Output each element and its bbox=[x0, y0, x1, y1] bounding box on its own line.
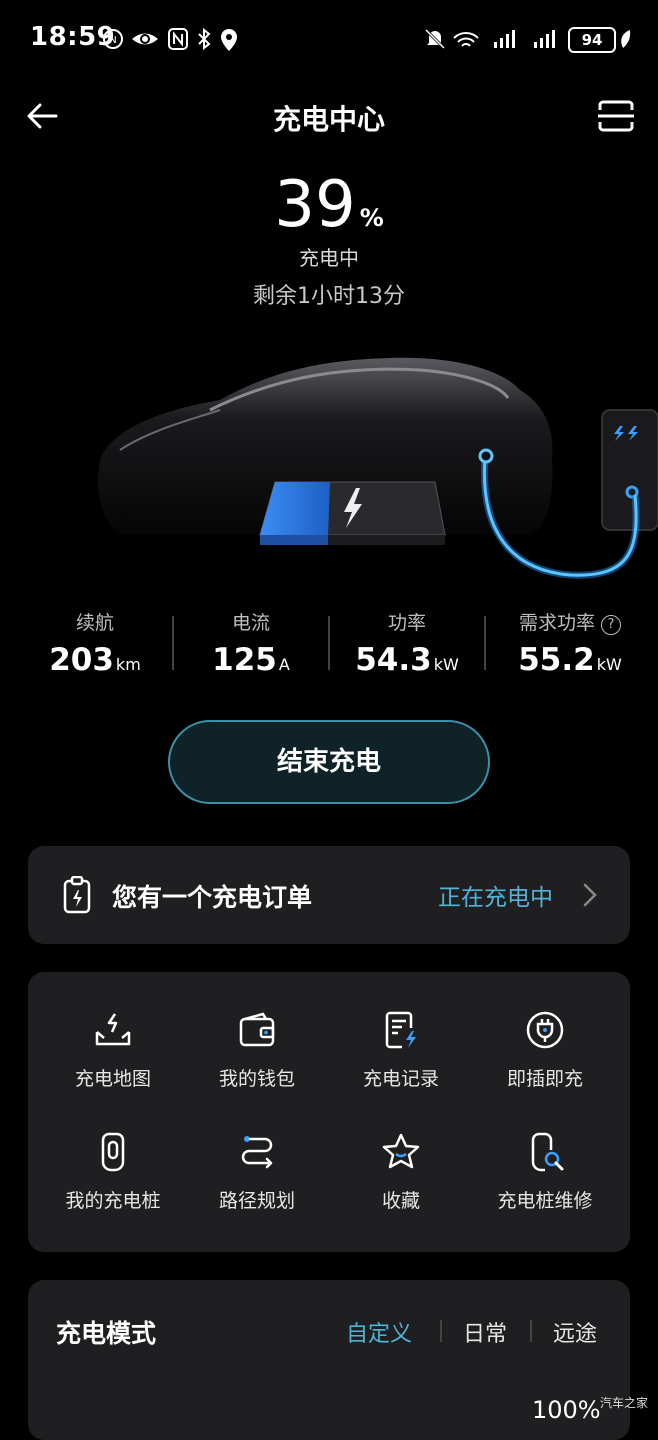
stat-value: 54.3 kW bbox=[332, 642, 482, 678]
eye-icon bbox=[132, 33, 158, 45]
mute-icon bbox=[424, 28, 446, 50]
charging-status: 充电中 bbox=[299, 246, 359, 270]
order-text: 您有一个充电订单 bbox=[112, 883, 313, 912]
grid-label: 收藏 bbox=[381, 1190, 420, 1212]
stat-number: 125 bbox=[212, 642, 277, 678]
grid-item-wallet[interactable]: 我的钱包 bbox=[187, 1010, 327, 1091]
car-charging-illustration bbox=[98, 357, 658, 579]
function-grid: 充电地图 我的钱包 充电记录 即插即充 我的充电桩 路径规划 收藏 充电桩维修 bbox=[28, 972, 630, 1252]
stat-demand-power: 需求功率? 55.2 kW bbox=[488, 608, 652, 678]
route-icon bbox=[241, 1136, 273, 1169]
remaining-time: 剩余1小时13分 bbox=[253, 284, 405, 309]
battery-level: 94 bbox=[568, 27, 616, 53]
stat-divider bbox=[484, 616, 486, 670]
grid-item-pile-repair[interactable]: 充电桩维修 bbox=[475, 1132, 615, 1213]
charging-pile-icon bbox=[101, 1132, 125, 1172]
tab-divider bbox=[440, 1320, 442, 1342]
plug-and-charge-icon bbox=[526, 1011, 564, 1049]
location-icon bbox=[221, 29, 237, 51]
stat-divider bbox=[172, 616, 174, 670]
charging-mode-card: 充电模式 自定义 日常 远途 100% bbox=[28, 1280, 630, 1440]
stat-label: 续航 bbox=[75, 612, 114, 634]
stat-label-text: 需求功率 bbox=[518, 612, 595, 634]
grid-label: 充电桩维修 bbox=[497, 1190, 593, 1212]
stat-label: 电流 bbox=[231, 612, 270, 634]
stat-range: 续航 203 km bbox=[20, 608, 170, 678]
grid-item-charging-record[interactable]: 充电记录 bbox=[331, 1010, 471, 1091]
stat-number: 203 bbox=[49, 642, 114, 678]
signal-icon bbox=[534, 30, 555, 48]
bluetooth-icon bbox=[198, 28, 211, 50]
signal-icon bbox=[494, 30, 515, 48]
order-clipboard-icon bbox=[63, 876, 91, 914]
grid-item-route-planning[interactable]: 路径规划 bbox=[187, 1132, 327, 1213]
grid-item-charging-map[interactable]: 充电地图 bbox=[43, 1010, 183, 1091]
charging-record-icon bbox=[385, 1011, 416, 1049]
charging-station bbox=[601, 409, 658, 531]
mode-limit-value: 100% bbox=[532, 1396, 601, 1424]
stat-power: 功率 54.3 kW bbox=[332, 608, 482, 678]
stat-unit: kW bbox=[596, 655, 622, 674]
battery-graphic bbox=[259, 481, 446, 545]
wifi-icon bbox=[453, 32, 479, 47]
star-icon bbox=[382, 1133, 420, 1169]
tab-custom[interactable]: 自定义 bbox=[346, 1316, 412, 1348]
stat-unit: A bbox=[278, 655, 290, 674]
grid-label: 我的钱包 bbox=[218, 1068, 295, 1090]
scan-icon[interactable] bbox=[596, 98, 636, 134]
chevron-right-icon bbox=[583, 883, 597, 907]
leaf-icon bbox=[621, 30, 631, 48]
mode-title: 充电模式 bbox=[56, 1319, 157, 1348]
tab-long-distance[interactable]: 远途 bbox=[553, 1316, 597, 1348]
stat-current: 电流 125 A bbox=[176, 608, 326, 678]
grid-item-my-charging-pile[interactable]: 我的充电桩 bbox=[43, 1132, 183, 1213]
grid-item-favorites[interactable]: 收藏 bbox=[331, 1132, 471, 1213]
grid-label: 路径规划 bbox=[218, 1190, 295, 1212]
nfc-icon bbox=[168, 28, 188, 50]
tab-divider bbox=[530, 1320, 532, 1342]
grid-label: 即插即充 bbox=[506, 1068, 583, 1090]
help-icon[interactable]: ? bbox=[601, 615, 621, 635]
stat-number: 55.2 bbox=[518, 642, 595, 678]
stat-value: 125 A bbox=[176, 642, 326, 678]
page-title: 充电中心 bbox=[272, 103, 385, 136]
charge-percent-value: 39 bbox=[274, 168, 356, 242]
end-charging-button[interactable]: 结束充电 bbox=[168, 720, 490, 804]
n-icon: N bbox=[103, 29, 123, 49]
repair-icon bbox=[531, 1132, 564, 1172]
svg-text:N: N bbox=[109, 35, 116, 46]
charge-percent: 39% bbox=[0, 168, 658, 242]
stat-value: 55.2 kW bbox=[488, 642, 652, 678]
stat-label: 需求功率? bbox=[488, 608, 652, 635]
stat-unit: kW bbox=[433, 655, 459, 674]
charging-map-icon bbox=[95, 1013, 131, 1046]
stat-divider bbox=[328, 616, 330, 670]
watermark: 汽车之家 bbox=[600, 1396, 649, 1410]
stat-number: 54.3 bbox=[355, 642, 432, 678]
grid-item-plug-and-charge[interactable]: 即插即充 bbox=[475, 1010, 615, 1091]
stat-label: 功率 bbox=[387, 612, 426, 634]
percent-sign: % bbox=[359, 204, 384, 232]
order-status: 正在充电中 bbox=[438, 885, 553, 911]
grid-label: 充电地图 bbox=[74, 1068, 151, 1090]
tab-daily[interactable]: 日常 bbox=[463, 1316, 507, 1348]
stat-unit: km bbox=[115, 655, 141, 674]
charging-order-card[interactable]: 您有一个充电订单 正在充电中 bbox=[28, 846, 630, 944]
stat-value: 203 km bbox=[20, 642, 170, 678]
grid-label: 我的充电桩 bbox=[65, 1190, 161, 1212]
wallet-icon bbox=[239, 1012, 275, 1047]
grid-label: 充电记录 bbox=[362, 1068, 439, 1090]
